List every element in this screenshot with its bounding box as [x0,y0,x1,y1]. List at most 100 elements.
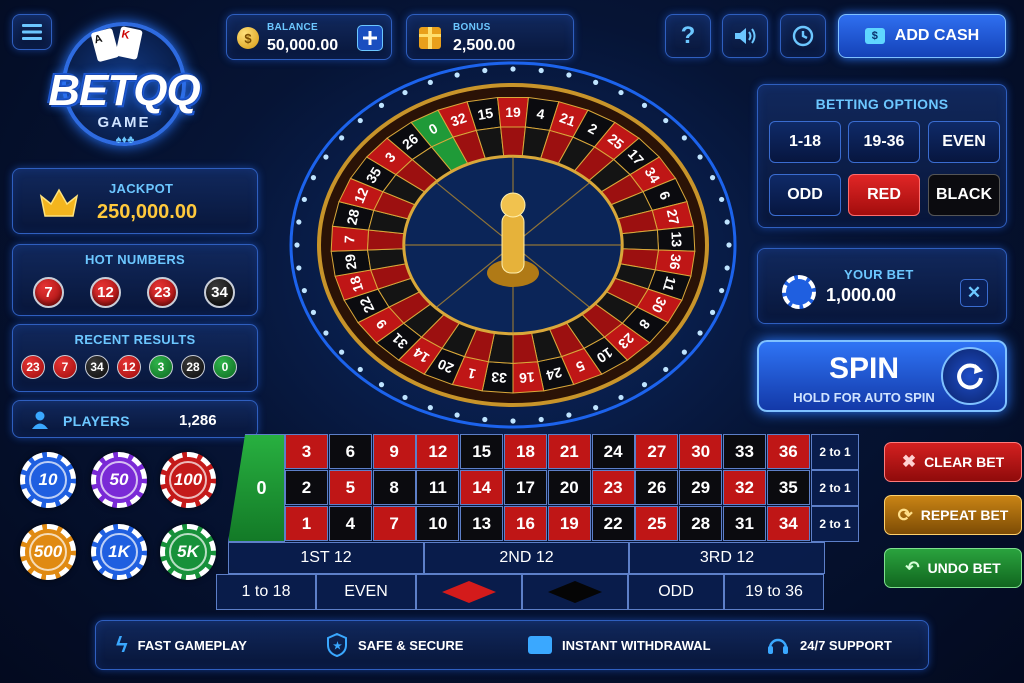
outside-even[interactable]: EVEN [316,574,416,610]
outside-red[interactable] [416,574,522,610]
recent-result: 12 [117,355,141,379]
wheel-light [482,67,488,74]
table-number-cell[interactable]: 6 [328,434,372,469]
table-number-cell[interactable]: 14 [460,470,504,505]
table-number-cell[interactable]: 22 [591,506,635,541]
table-number-cell[interactable]: 18 [504,434,547,469]
chip-5k[interactable]: 5K [160,524,216,580]
table-number-cell[interactable]: 27 [635,434,679,469]
outside-1-to-18[interactable]: 1 to 18 [216,574,316,610]
table-number-cell[interactable]: 21 [547,434,591,469]
table-number-cell[interactable]: 19 [547,506,591,541]
table-number-cell[interactable]: 33 [723,434,766,469]
table-number-cell[interactable]: 10 [416,506,460,541]
table-number-cell[interactable]: 4 [328,506,372,541]
bet-option-even[interactable]: EVEN [928,121,1000,163]
wheel-light [641,382,648,388]
table-number-cell[interactable]: 16 [504,506,547,541]
table-number-cell[interactable]: 35 [766,470,810,505]
chip-1k[interactable]: 1K [91,524,147,580]
table-number-cell[interactable]: 12 [416,434,460,469]
turret-knob [500,192,526,218]
table-number-cell[interactable]: 20 [547,470,591,505]
column-bet-3[interactable]: 2 to 1 [811,506,859,542]
wheel-light [538,67,544,74]
chip-10[interactable]: 10 [20,452,76,508]
table-number-cell[interactable]: 15 [460,434,504,469]
bet-option-odd[interactable]: ODD [769,174,841,216]
table-number-cell[interactable]: 2 [285,470,328,505]
table-number-cell[interactable]: 25 [635,506,679,541]
table-number-cell[interactable]: 7 [372,506,416,541]
clear-bet-button[interactable]: ✖ CLEAR BET [884,442,1022,482]
feature-withdrawal: INSTANT WITHDRAWAL [528,620,711,670]
undo-bet-button[interactable]: ↶ UNDO BET [884,548,1022,588]
wheel-light [323,330,329,336]
repeat-bet-button[interactable]: ⟳ REPEAT BET [884,495,1022,535]
outside-black[interactable] [522,574,628,610]
red-diamond-icon [442,581,496,603]
roulette-wheel[interactable]: 0 32 15 19 4 21 2 25 17 34 6 27 13 36 11 30 8 23 10 5 24 16 33… [278,60,748,430]
spin-button[interactable]: SPIN HOLD FOR AUTO SPIN [757,340,1007,412]
table-number-cell[interactable]: 31 [723,506,766,541]
sound-button[interactable] [722,14,768,58]
add-balance-button[interactable] [357,25,383,51]
wheel-light [709,309,716,315]
table-number-cell[interactable]: 32 [723,470,766,505]
table-number-cell[interactable]: 5 [328,470,372,505]
help-button[interactable]: ? [665,14,711,58]
bet-option-black[interactable]: BLACK [928,174,1000,216]
wheel-light [593,79,599,85]
dozen-1st[interactable]: 1ST 12 [228,542,424,574]
turret-stem [501,212,525,274]
chip-value: 5K [169,533,207,571]
wheel-light [296,265,302,271]
table-number-cell[interactable]: 30 [679,434,723,469]
add-cash-button[interactable]: $ ADD CASH [838,14,1006,58]
balance-panel: $ BALANCE 50,000.00 [226,14,392,60]
wheel-light [566,72,572,78]
headset-icon [768,638,788,654]
bet-option-red[interactable]: RED [848,174,920,216]
brand-logo: A K BETQQ GAME ♠♦♣ [36,18,212,158]
chip-100[interactable]: 100 [160,452,216,508]
wheel-number-label: 15 [476,104,494,122]
bet-option-19-36[interactable]: 19-36 [848,121,920,163]
wheel-light [681,135,687,141]
outside-19-to-36[interactable]: 19 to 36 [724,574,824,610]
column-bet-1[interactable]: 2 to 1 [811,434,859,470]
wheel-number-label: 29 [342,253,360,271]
table-number-cell[interactable]: 28 [679,506,723,541]
table-number-cell[interactable]: 23 [591,470,635,505]
table-number-cell[interactable]: 13 [460,506,504,541]
table-number-cell[interactable]: 1 [285,506,328,541]
table-number-cell[interactable]: 17 [504,470,547,505]
table-number-cell[interactable]: 3 [285,434,328,469]
table-number-cell[interactable]: 24 [591,434,635,469]
recent-result: 0 [213,355,237,379]
table-number-cell[interactable]: 36 [766,434,810,469]
chip-50[interactable]: 50 [91,452,147,508]
table-number-cell[interactable]: 29 [679,470,723,505]
undo-icon: ↶ [905,558,920,577]
bet-option-1-18[interactable]: 1-18 [769,121,841,163]
wheel-light [681,349,687,355]
wheel-light [378,382,385,388]
clear-your-bet-button[interactable]: ✕ [960,279,988,307]
table-number-cell[interactable]: 9 [372,434,416,469]
table-number-cell[interactable]: 11 [416,470,460,505]
table-number-cell[interactable]: 26 [635,470,679,505]
table-number-cell[interactable]: 8 [372,470,416,505]
outside-odd[interactable]: ODD [628,574,724,610]
history-button[interactable] [780,14,826,58]
auto-spin-icon[interactable] [941,347,999,405]
table-zero[interactable]: 0 [228,434,285,542]
bonus-value: 2,500.00 [453,37,516,54]
wheel-ball-pocket [620,229,659,251]
dozen-2nd[interactable]: 2ND 12 [424,542,629,574]
feature-label: INSTANT WITHDRAWAL [562,637,711,653]
chip-500[interactable]: 500 [20,524,76,580]
dozen-3rd[interactable]: 3RD 12 [629,542,825,574]
column-bet-2[interactable]: 2 to 1 [811,470,859,506]
table-number-cell[interactable]: 34 [766,506,810,541]
